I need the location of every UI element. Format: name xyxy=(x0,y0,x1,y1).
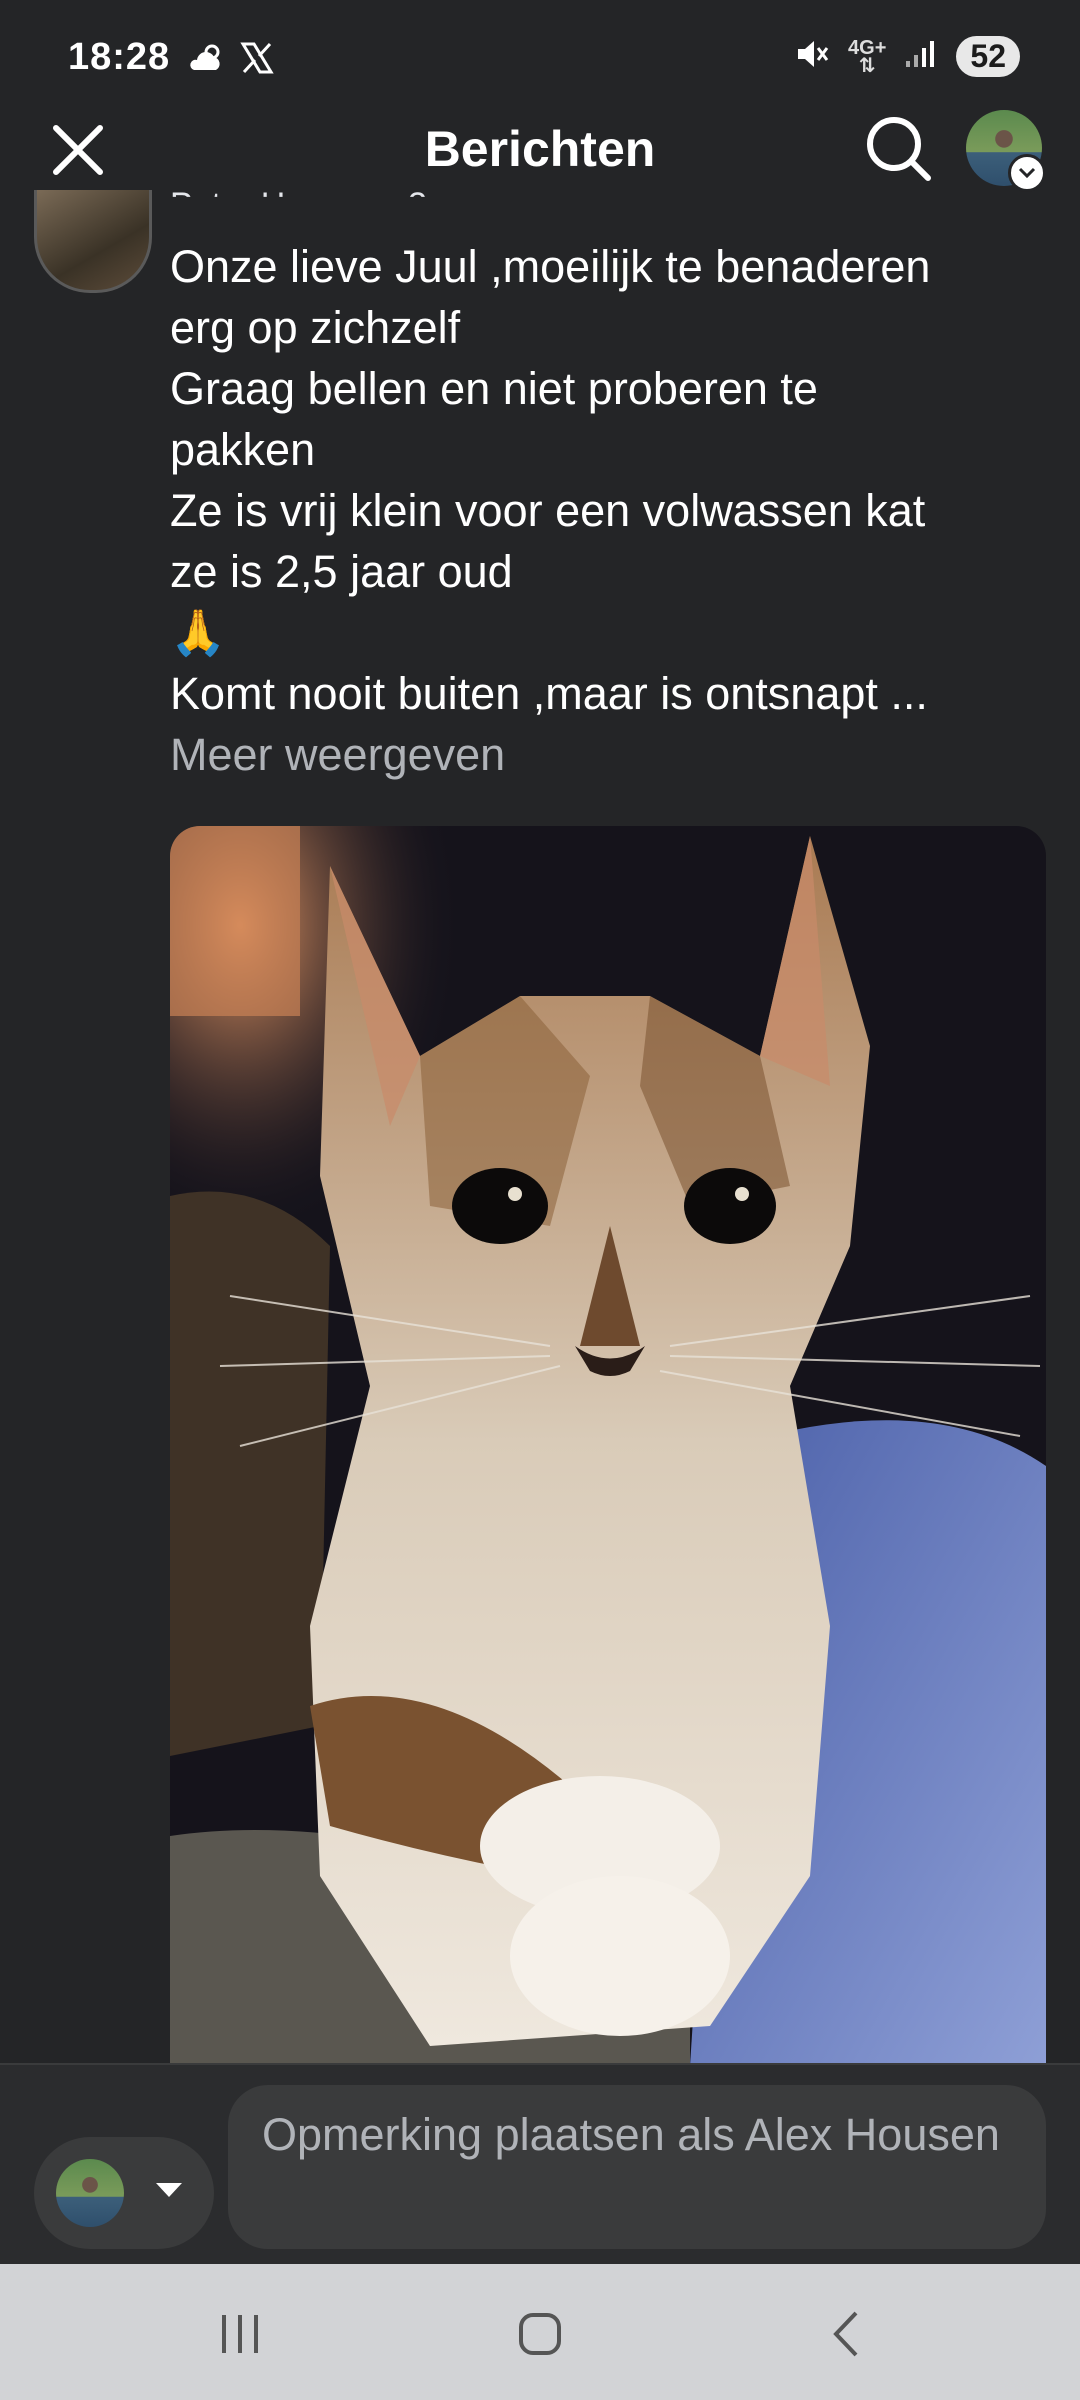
pray-emoji: 🙏 xyxy=(170,607,227,658)
chevron-down-icon xyxy=(1008,154,1046,192)
status-bar: 18:28 4G+ ⇅ 52 xyxy=(0,0,1080,120)
app-header: Berichten xyxy=(0,110,1080,192)
status-right: 4G+ ⇅ 52 xyxy=(794,36,1020,77)
see-more-link[interactable]: Meer weergeven xyxy=(170,724,1030,785)
post-body: Onze lieve Juul ,moeilijk te benaderen e… xyxy=(170,236,1030,785)
avatar xyxy=(56,2159,124,2227)
comment-input[interactable]: Opmerking plaatsen als Alex Housen xyxy=(228,2085,1046,2249)
back-icon xyxy=(833,2311,858,2357)
back-button[interactable] xyxy=(806,2304,886,2364)
system-nav-bar xyxy=(0,2264,1080,2400)
home-icon xyxy=(519,2313,561,2355)
caret-down-icon xyxy=(154,2179,184,2206)
recent-apps-button[interactable] xyxy=(200,2304,280,2364)
profile-menu-button[interactable] xyxy=(966,110,1046,192)
status-left-icons xyxy=(186,40,274,81)
status-time: 18:28 xyxy=(68,36,171,78)
signal-icon xyxy=(904,39,938,74)
post-author-avatar[interactable] xyxy=(34,190,152,293)
comment-identity-selector[interactable] xyxy=(34,2137,214,2249)
post-line: Graag bellen en niet proberen te xyxy=(170,363,818,414)
post-line: erg op zichzelf xyxy=(170,302,461,353)
post-line: ze is 2,5 jaar oud xyxy=(170,546,513,597)
x-app-icon xyxy=(240,41,274,80)
post-line: Ze is vrij klein voor een volwassen kat xyxy=(170,485,926,536)
weather-icon xyxy=(186,40,226,81)
post-photo[interactable] xyxy=(170,826,1046,2066)
post-line: Komt nooit buiten ,maar is ontsnapt ... xyxy=(170,668,928,719)
recent-apps-icon xyxy=(222,2315,258,2353)
search-button[interactable] xyxy=(862,112,934,184)
battery-indicator: 52 xyxy=(956,36,1020,77)
home-button[interactable] xyxy=(500,2304,580,2364)
network-type: 4G+ ⇅ xyxy=(848,36,887,77)
post-line: pakken xyxy=(170,424,316,475)
search-icon xyxy=(867,117,931,181)
post-line: Onze lieve Juul ,moeilijk te benaderen xyxy=(170,241,931,292)
mute-icon xyxy=(794,36,830,77)
network-label: 4G+ xyxy=(848,36,887,59)
comment-bar: Opmerking plaatsen als Alex Housen xyxy=(0,2063,1080,2265)
post-author-name[interactable]: Petra Housen · 3 u xyxy=(170,186,455,197)
cat-image xyxy=(170,826,1046,2066)
